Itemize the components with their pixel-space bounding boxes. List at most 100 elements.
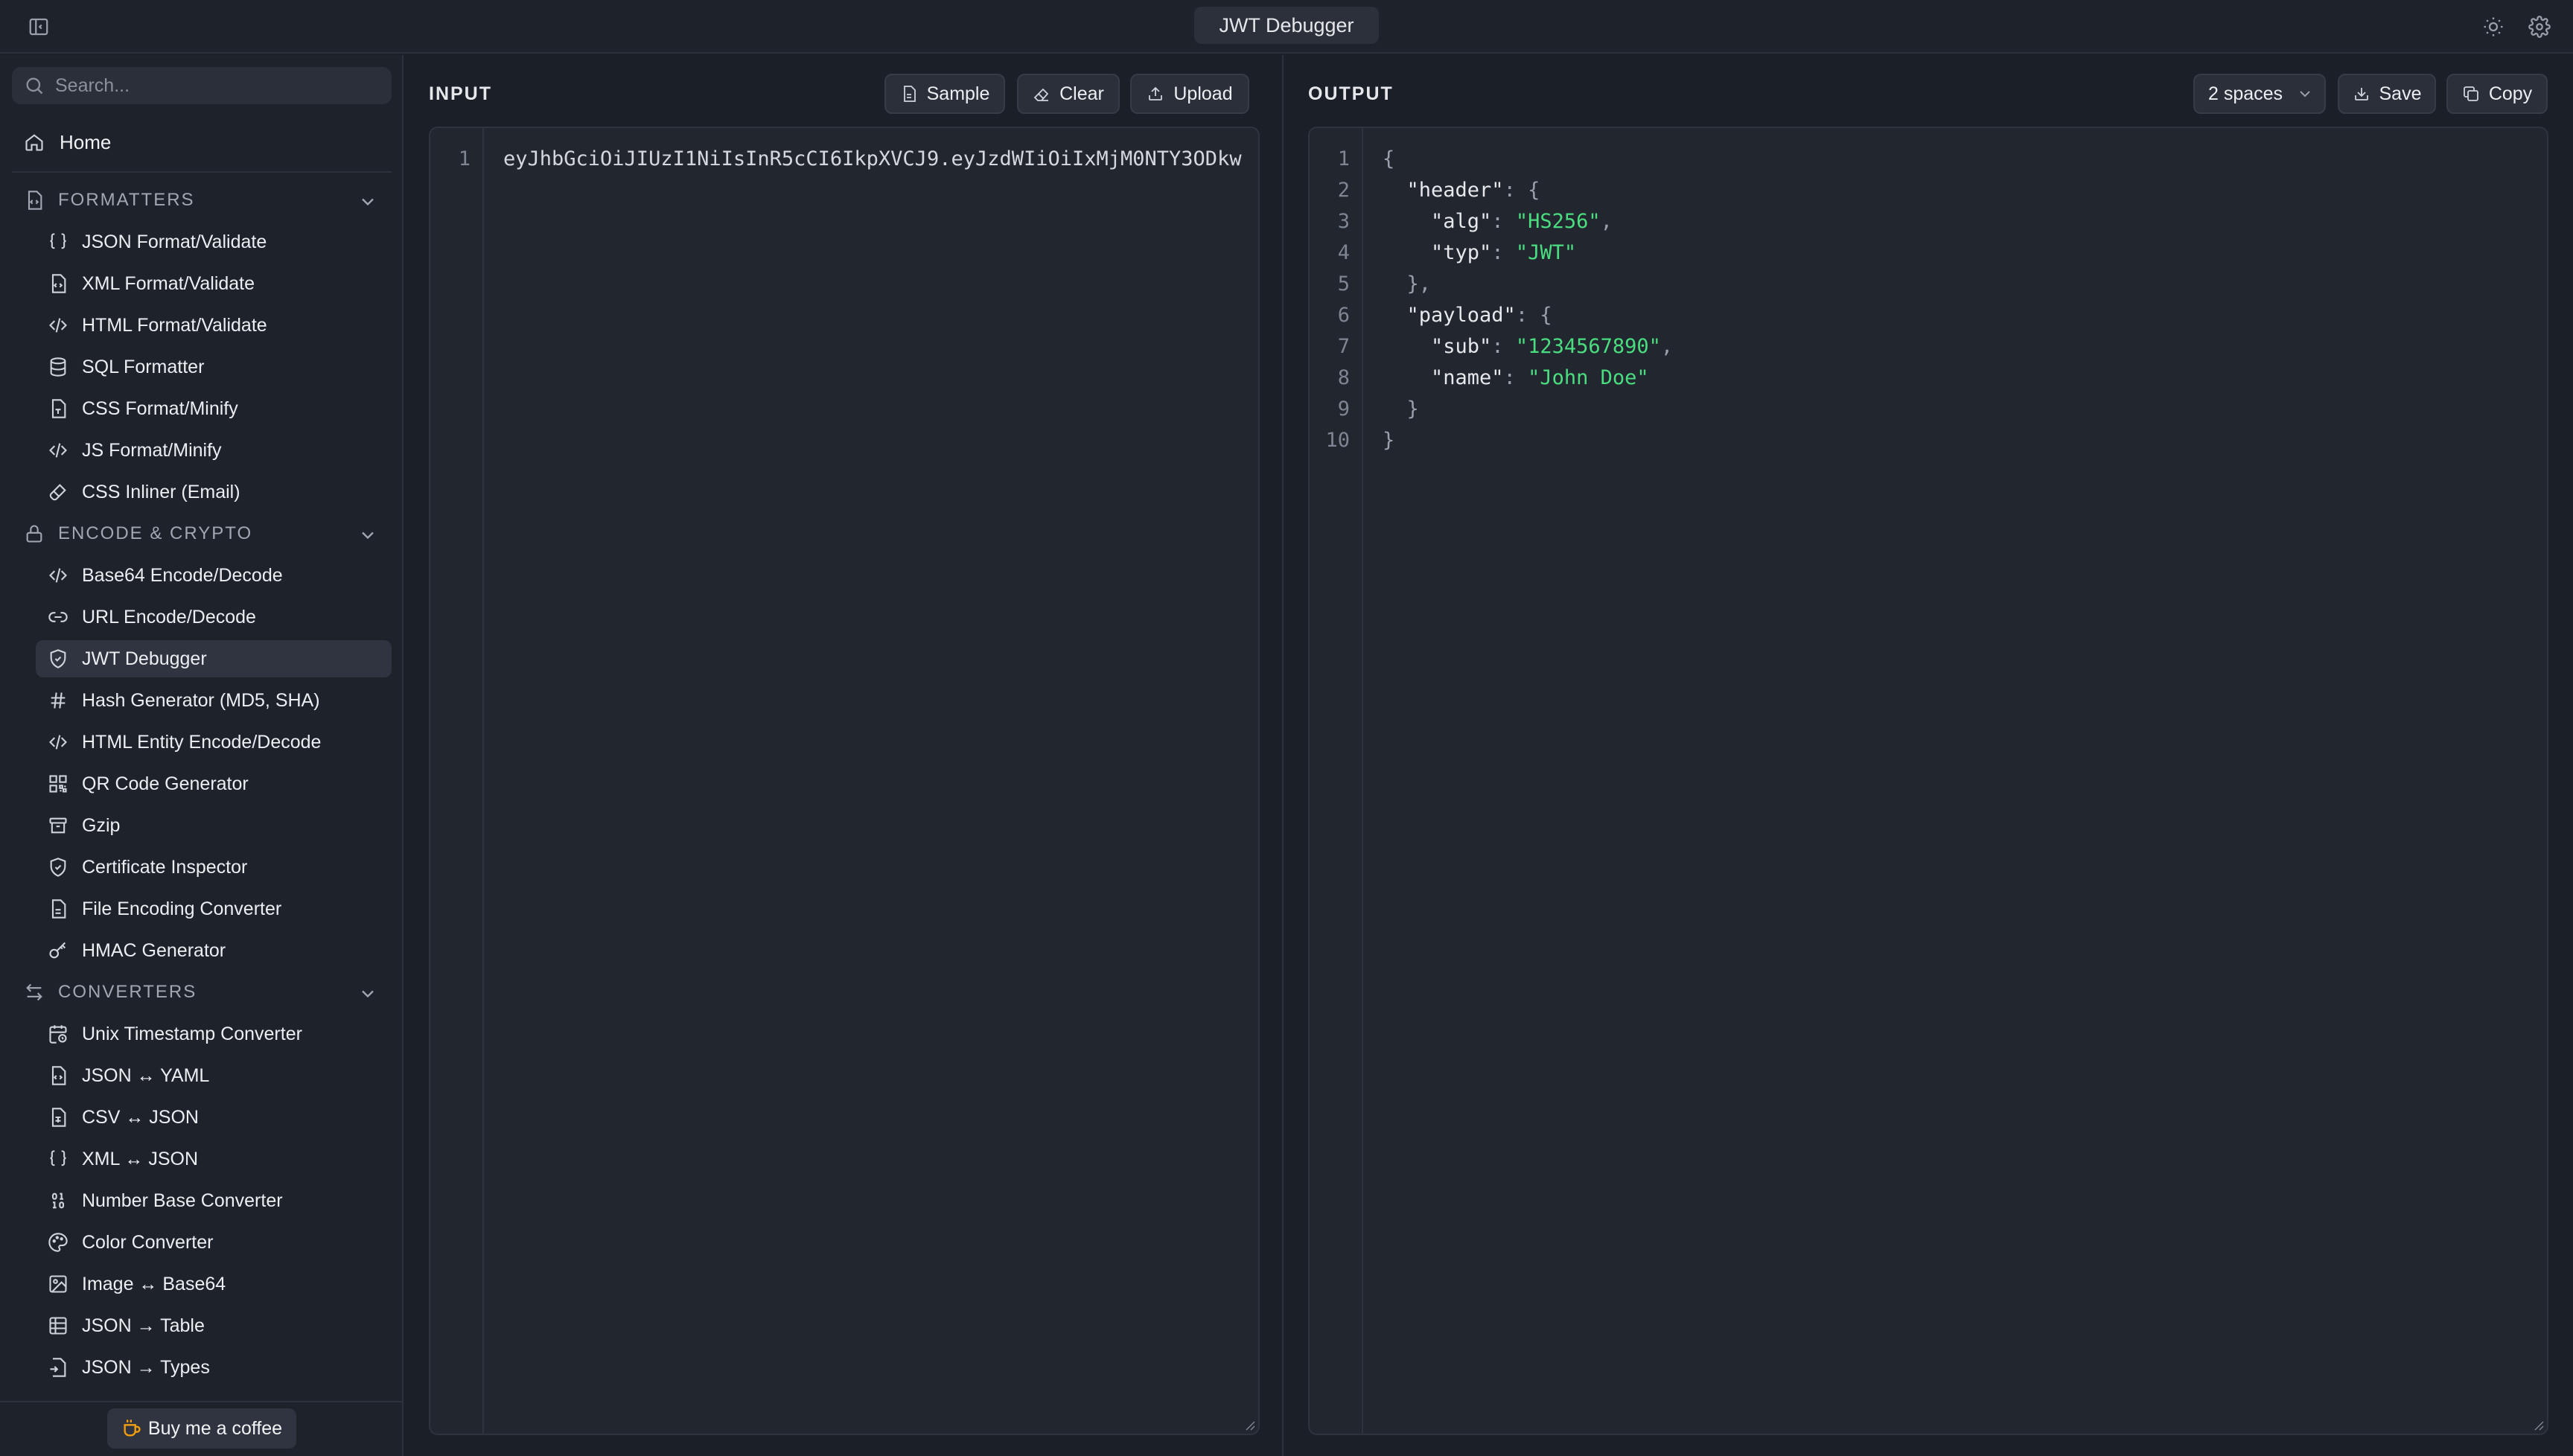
image-icon [48, 1274, 68, 1294]
chevron-down-icon[interactable] [357, 191, 378, 212]
sidebar-item-label: JSON Format/Validate [82, 231, 267, 252]
settings-gear-icon[interactable] [2524, 11, 2555, 42]
json-key: "header" [1406, 179, 1504, 202]
code-icon [48, 565, 68, 586]
output-editor[interactable]: 1 2 3 4 5 6 7 8 9 10 { "header": { "alg"… [1308, 127, 2548, 1435]
search-input[interactable] [55, 67, 392, 104]
sidebar-item-label: CSS Inliner (Email) [82, 481, 240, 502]
sample-button[interactable]: Sample [884, 74, 1005, 114]
input-editor[interactable]: 1 eyJhbGciOiJIUzI1NiIsInR5cCI6IkpXVCJ9.e… [429, 127, 1260, 1435]
window-title: JWT Debugger [1194, 7, 1379, 44]
database-icon [48, 357, 68, 377]
sidebar-item-html-entity[interactable]: HTML Entity Encode/Decode [36, 724, 392, 761]
line-number: 7 [1337, 335, 1350, 358]
code-line: } [1383, 429, 1395, 452]
sidebar-item-css-inliner[interactable]: CSS Inliner (Email) [36, 473, 392, 511]
upload-button-label: Upload [1173, 83, 1233, 104]
sidebar-item-css-format[interactable]: CSS Format/Minify [36, 390, 392, 427]
sidebar-item-json-table[interactable]: JSON → Table [36, 1307, 392, 1344]
search-box[interactable] [12, 67, 392, 104]
sidebar-item-qr-code[interactable]: QR Code Generator [36, 765, 392, 802]
sidebar-item-file-encoding[interactable]: File Encoding Converter [36, 890, 392, 927]
sidebar-item-label: Unix Timestamp Converter [82, 1023, 302, 1044]
sidebar-item-label: JSON → Types [82, 1356, 210, 1378]
code-line: "alg": "HS256", [1431, 210, 1613, 233]
file-spreadsheet-icon [48, 1107, 68, 1128]
sidebar-item-label: Base64 Encode/Decode [82, 564, 283, 586]
file-output-icon [48, 1357, 68, 1378]
sidebar-item-label: JSON → Table [82, 1315, 205, 1336]
hash-icon [48, 690, 68, 711]
palette-icon [48, 1232, 68, 1253]
save-button[interactable]: Save [2338, 74, 2436, 114]
sidebar-item-hmac[interactable]: HMAC Generator [36, 932, 392, 969]
chevron-down-icon[interactable] [357, 983, 378, 1004]
upload-button[interactable]: Upload [1130, 74, 1249, 114]
code-line: "sub": "1234567890", [1431, 335, 1674, 358]
resize-grip-icon[interactable] [2534, 1420, 2544, 1431]
file-code-icon [24, 190, 45, 211]
panel-divider[interactable] [1282, 55, 1284, 1456]
sidebar-item-label: Hash Generator (MD5, SHA) [82, 689, 320, 711]
jwt-token-text[interactable]: eyJhbGciOiJIUzI1NiIsInR5cCI6IkpXVCJ9.eyJ… [503, 147, 1255, 170]
sidebar-item-label: CSS Format/Minify [82, 397, 238, 419]
sidebar-item-unix-timestamp[interactable]: Unix Timestamp Converter [36, 1015, 392, 1053]
sidebar-item-json-types[interactable]: JSON → Types [36, 1349, 392, 1386]
upload-icon [1147, 85, 1164, 103]
sidebar-item-certificate[interactable]: Certificate Inspector [36, 849, 392, 886]
sidebar-item-number-base[interactable]: Number Base Converter [36, 1182, 392, 1219]
sidebar-item-label: Color Converter [82, 1231, 214, 1253]
arrows-left-right-icon [24, 982, 45, 1003]
line-number: 5 [1337, 272, 1350, 296]
sidebar-item-color-converter[interactable]: Color Converter [36, 1224, 392, 1261]
top-bar: JWT Debugger [0, 0, 2573, 54]
code-icon [48, 440, 68, 461]
sidebar-item-xml-json[interactable]: XML ↔ JSON [36, 1140, 392, 1178]
sidebar-item-js-format[interactable]: JS Format/Minify [36, 432, 392, 469]
section-encode-crypto[interactable]: ENCODE & CRYPTO [12, 515, 392, 552]
sidebar-item-sql-formatter[interactable]: SQL Formatter [36, 348, 392, 386]
braces-icon [48, 232, 68, 252]
code-line: { [1383, 147, 1395, 170]
sidebar-item-label: Gzip [82, 814, 121, 836]
file-type-icon [48, 398, 68, 419]
sidebar-toggle-icon[interactable] [25, 13, 52, 40]
resize-grip-icon[interactable] [1245, 1420, 1255, 1431]
buy-coffee-button[interactable]: Buy me a coffee [107, 1408, 296, 1449]
eraser-icon [1033, 85, 1050, 103]
code-icon [48, 732, 68, 753]
sidebar-item-base64[interactable]: Base64 Encode/Decode [36, 557, 392, 594]
sidebar-item-label: JS Format/Minify [82, 439, 222, 461]
sidebar-item-label: Certificate Inspector [82, 856, 248, 878]
sidebar-item-label: SQL Formatter [82, 356, 205, 377]
code-icon [48, 315, 68, 336]
sidebar-item-xml-format[interactable]: XML Format/Validate [36, 265, 392, 302]
sidebar-item-json-yaml[interactable]: JSON ↔ YAML [36, 1057, 392, 1094]
section-converters[interactable]: CONVERTERS [12, 974, 392, 1011]
sidebar-item-image-base64[interactable]: Image ↔ Base64 [36, 1265, 392, 1303]
code-line: "name": "John Doe" [1431, 366, 1649, 389]
sidebar-item-url-encode[interactable]: URL Encode/Decode [36, 598, 392, 636]
sidebar-item-json-format[interactable]: JSON Format/Validate [36, 223, 392, 261]
sidebar-item-html-format[interactable]: HTML Format/Validate [36, 307, 392, 344]
copy-button[interactable]: Copy [2446, 74, 2548, 114]
theme-toggle-sun-icon[interactable] [2478, 11, 2509, 42]
sidebar-item-label: CSV ↔ JSON [82, 1106, 199, 1128]
chevron-down-icon[interactable] [357, 525, 378, 546]
code-line: }, [1406, 272, 1432, 296]
table-icon [48, 1315, 68, 1336]
sidebar-item-label: JSON ↔ YAML [82, 1064, 210, 1086]
sidebar-item-label: QR Code Generator [82, 773, 249, 794]
sidebar-item-gzip[interactable]: Gzip [36, 807, 392, 844]
app-window: JWT Debugger Home FORMATTERS [0, 0, 2573, 1456]
clear-button[interactable]: Clear [1017, 74, 1120, 114]
sidebar-item-home[interactable]: Home [12, 124, 392, 161]
sidebar-item-csv-json[interactable]: CSV ↔ JSON [36, 1099, 392, 1136]
indent-select[interactable]: 2 spaces [2193, 74, 2326, 114]
output-panel-title: OUTPUT [1308, 83, 1394, 104]
sidebar-item-hash-generator[interactable]: Hash Generator (MD5, SHA) [36, 682, 392, 719]
sidebar-divider [12, 171, 392, 173]
section-formatters[interactable]: FORMATTERS [12, 182, 392, 219]
sidebar-item-jwt-debugger[interactable]: JWT Debugger [36, 640, 392, 677]
file-code-icon [48, 273, 68, 294]
